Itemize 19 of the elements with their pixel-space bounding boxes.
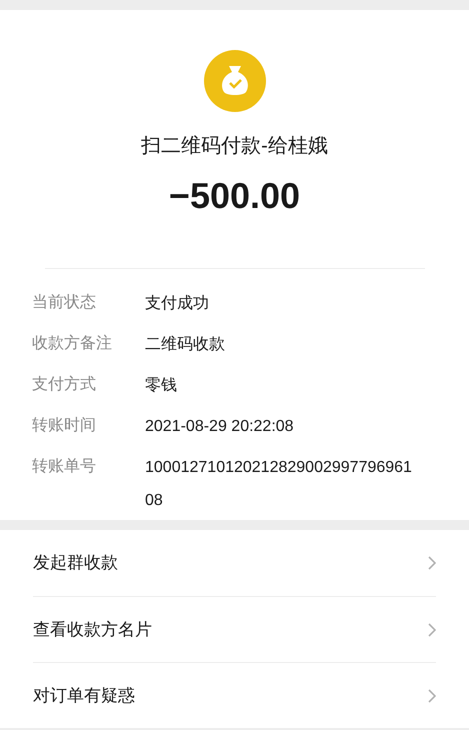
- detail-value: 2021-08-29 20:22:08: [145, 417, 295, 437]
- payment-title: 扫二维码付款-给桂娥: [141, 134, 328, 159]
- detail-value: 二维码收款: [145, 334, 226, 355]
- detail-label: 转账时间: [32, 416, 97, 436]
- chevron-right-icon: [428, 688, 436, 702]
- detail-value: 支付成功: [145, 294, 210, 314]
- detail-label: 当前状态: [32, 292, 97, 313]
- action-item[interactable]: 查看收款方名片: [33, 618, 152, 642]
- chevron-right-icon: [428, 622, 436, 636]
- detail-label: 支付方式: [32, 374, 97, 395]
- detail-label: 转账单号: [32, 457, 97, 477]
- chevron-right-icon: [428, 556, 436, 570]
- detail-value: 10001271012021282900299779696108: [145, 458, 413, 511]
- action-item[interactable]: 对订单有疑惑: [33, 684, 135, 708]
- money-bag-icon: [204, 50, 266, 112]
- amount: −500.00: [168, 176, 300, 216]
- action-item[interactable]: 发起群收款: [33, 551, 118, 575]
- detail-value: 零钱: [145, 376, 178, 396]
- detail-label: 收款方备注: [32, 334, 113, 354]
